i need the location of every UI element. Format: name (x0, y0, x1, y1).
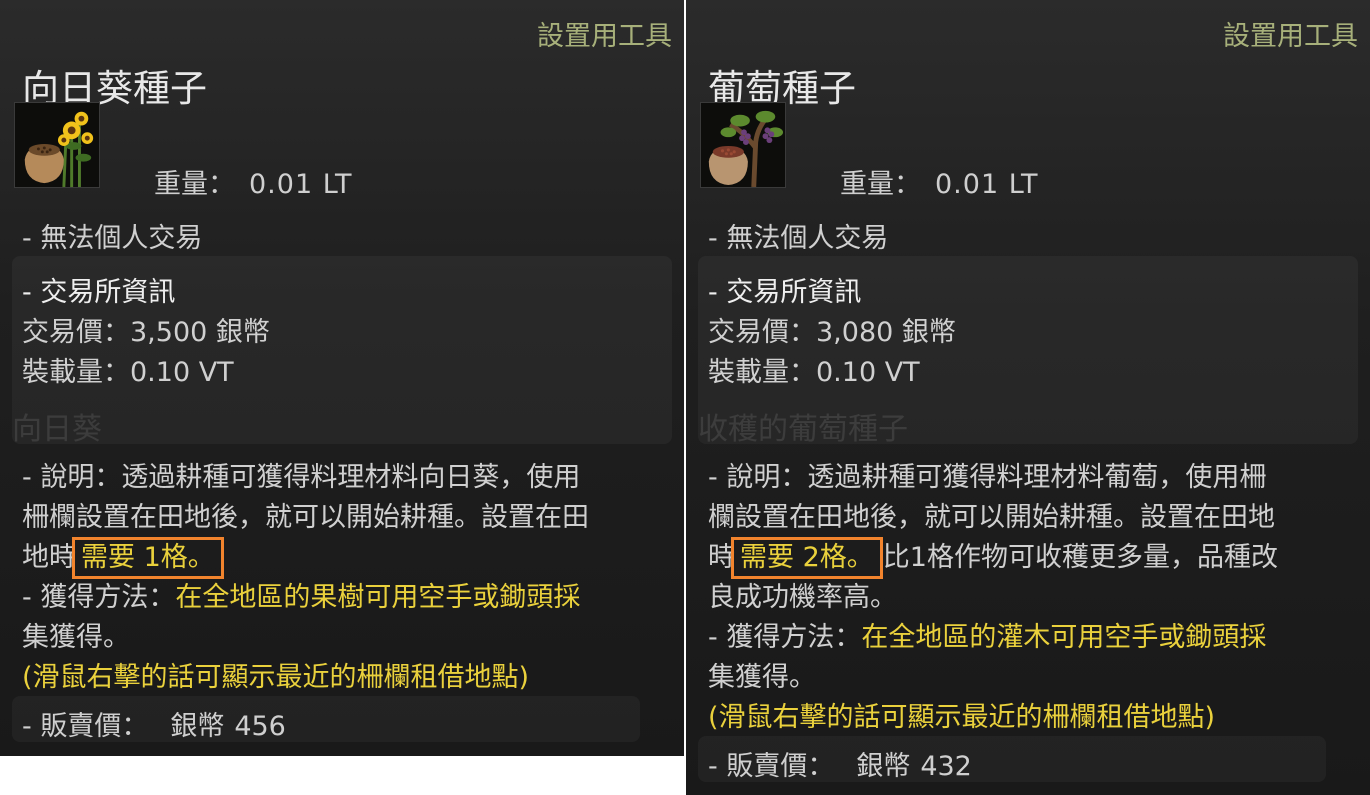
no-personal-trade: - 無法個人交易 (708, 223, 889, 254)
description-line: 柵欄設置在田地後，就可以開始耕種。設置在田 (22, 502, 589, 533)
obtain-label: - 獲得方法： (22, 582, 176, 613)
sunflower-seed-icon (14, 102, 100, 188)
item-tooltip-grape-seed: 設置用工具 葡萄種子 重量： 0.01 LT - 無法個人交易 - 交易所資訊 … (686, 0, 1370, 795)
market-load: 裝載量：0.10 VT (708, 357, 920, 388)
ghost-text: 向日葵 (12, 412, 102, 447)
weight-value: 0.01 LT (249, 169, 353, 200)
market-info-title: - 交易所資訊 (22, 277, 176, 308)
market-price: 交易價：3,500 銀幣 (22, 317, 270, 348)
item-tooltip-sunflower-seed: 設置用工具 向日葵種子 重量： 0.01 LT - 無法個人交易 - 交易所資訊… (0, 0, 684, 756)
description-text: 地時 (22, 542, 76, 573)
obtain-text: 在全地區的灌木可用空手或鋤頭採 (861, 622, 1267, 653)
description-line: - 說明：透過耕種可獲得料理材料葡萄，使用柵 (708, 462, 1267, 493)
coin-label: 銀幣 (856, 751, 911, 782)
sell-price: - 販賣價： 銀幣 432 (708, 744, 972, 783)
rental-hint: (滑鼠右擊的話可顯示最近的柵欄租借地點) (22, 662, 530, 693)
market-price: 交易價：3,080 銀幣 (708, 317, 956, 348)
item-category: 設置用工具 (537, 21, 672, 52)
sell-price-label: - 販賣價： (708, 751, 835, 782)
highlighted-requirement: 需要 2格。 (731, 537, 883, 579)
description-line: 良成功機率高。 (708, 582, 897, 613)
weight-label: 重量： (840, 169, 921, 200)
coin-label: 銀幣 (170, 711, 225, 742)
rental-hint: (滑鼠右擊的話可顯示最近的柵欄租借地點) (708, 702, 1216, 733)
obtain-method: - 獲得方法：在全地區的果樹可用空手或鋤頭採 (22, 575, 580, 614)
description-line: 欄設置在田地後，就可以開始耕種。設置在田地 (708, 502, 1275, 533)
obtain-text: 在全地區的果樹可用空手或鋤頭採 (175, 582, 581, 613)
obtain-label: - 獲得方法： (708, 622, 862, 653)
description-line: 地時 需要 1格。 (22, 535, 224, 579)
grape-seed-icon (700, 102, 786, 188)
sell-price: - 販賣價： 銀幣 456 (22, 704, 286, 743)
market-info-title: - 交易所資訊 (708, 277, 862, 308)
sell-price-value: 432 (920, 751, 972, 782)
ghost-text: 收穫的葡萄種子 (698, 412, 908, 447)
obtain-method: - 獲得方法：在全地區的灌木可用空手或鋤頭採 (708, 615, 1266, 654)
sell-price-label: - 販賣價： (22, 711, 149, 742)
obtain-method-cont: 集獲得。 (708, 662, 816, 693)
description-line: 時需要 2格。 比1格作物可收穫更多量，品種改 (708, 535, 1278, 579)
item-weight: 重量： 0.01 LT (840, 162, 1039, 201)
item-weight: 重量： 0.01 LT (154, 162, 353, 201)
highlighted-requirement: 需要 1格。 (72, 537, 224, 579)
weight-label: 重量： (154, 169, 235, 200)
item-category: 設置用工具 (1223, 21, 1358, 52)
description-line: - 說明：透過耕種可獲得料理材料向日葵，使用 (22, 462, 581, 493)
obtain-method-cont: 集獲得。 (22, 622, 130, 653)
weight-value: 0.01 LT (935, 169, 1039, 200)
description-text: 比1格作物可收穫更多量，品種改 (882, 542, 1278, 573)
market-load: 裝載量：0.10 VT (22, 357, 234, 388)
no-personal-trade: - 無法個人交易 (22, 223, 203, 254)
sell-price-value: 456 (234, 711, 286, 742)
